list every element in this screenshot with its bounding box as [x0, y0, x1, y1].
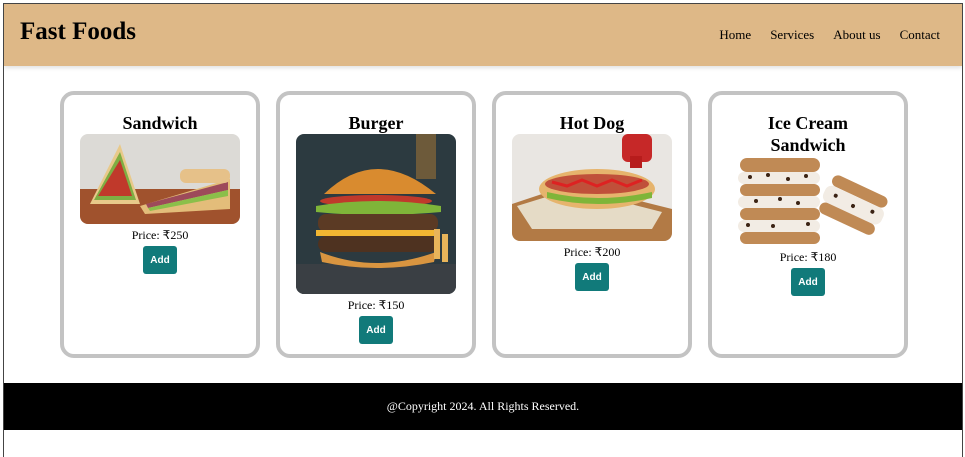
product-card-hot-dog: Hot Dog Price: ₹200 Add	[492, 91, 692, 358]
add-hot-dog-button[interactable]: Add	[575, 263, 609, 291]
product-card-sandwich: Sandwich Price: ₹250 Add	[60, 91, 260, 358]
site-footer: @Copyright 2024. All Rights Reserved.	[4, 383, 962, 430]
product-name: Sandwich	[122, 113, 198, 133]
product-price: Price: ₹180	[779, 250, 837, 264]
product-name: Ice Cream Sandwich	[767, 113, 849, 155]
product-price: Price: ₹250	[131, 228, 189, 242]
ice-cream-sandwich-image	[728, 156, 888, 246]
add-sandwich-button[interactable]: Add	[143, 246, 177, 274]
nav-about-us[interactable]: About us	[833, 27, 880, 43]
product-card-ice-cream-sandwich: Ice Cream Sandwich Price: ₹180 Add	[708, 91, 908, 358]
add-burger-button[interactable]: Add	[359, 316, 393, 344]
nav-contact[interactable]: Contact	[900, 27, 940, 43]
product-name: Burger	[348, 113, 404, 133]
site-logo: Fast Foods	[20, 18, 136, 45]
product-card-burger: Burger Price: ₹150 Add	[276, 91, 476, 358]
product-price: Price: ₹150	[347, 298, 405, 312]
product-name: Hot Dog	[559, 113, 625, 133]
main-nav: Home Services About us Contact	[719, 27, 940, 43]
add-ice-cream-sandwich-button[interactable]: Add	[791, 268, 825, 296]
nav-services[interactable]: Services	[770, 27, 814, 43]
sandwich-image	[80, 134, 240, 224]
site-header: Fast Foods Home Services About us Contac…	[4, 4, 962, 66]
burger-image	[296, 134, 456, 294]
nav-home[interactable]: Home	[719, 27, 751, 43]
product-price: Price: ₹200	[563, 245, 621, 259]
hot-dog-image	[512, 134, 672, 241]
page-frame: Fast Foods Home Services About us Contac…	[3, 3, 963, 457]
product-list: Sandwich Price: ₹250 Add Burger Price: ₹…	[60, 91, 908, 358]
copyright-text: @Copyright 2024. All Rights Reserved.	[386, 399, 580, 413]
